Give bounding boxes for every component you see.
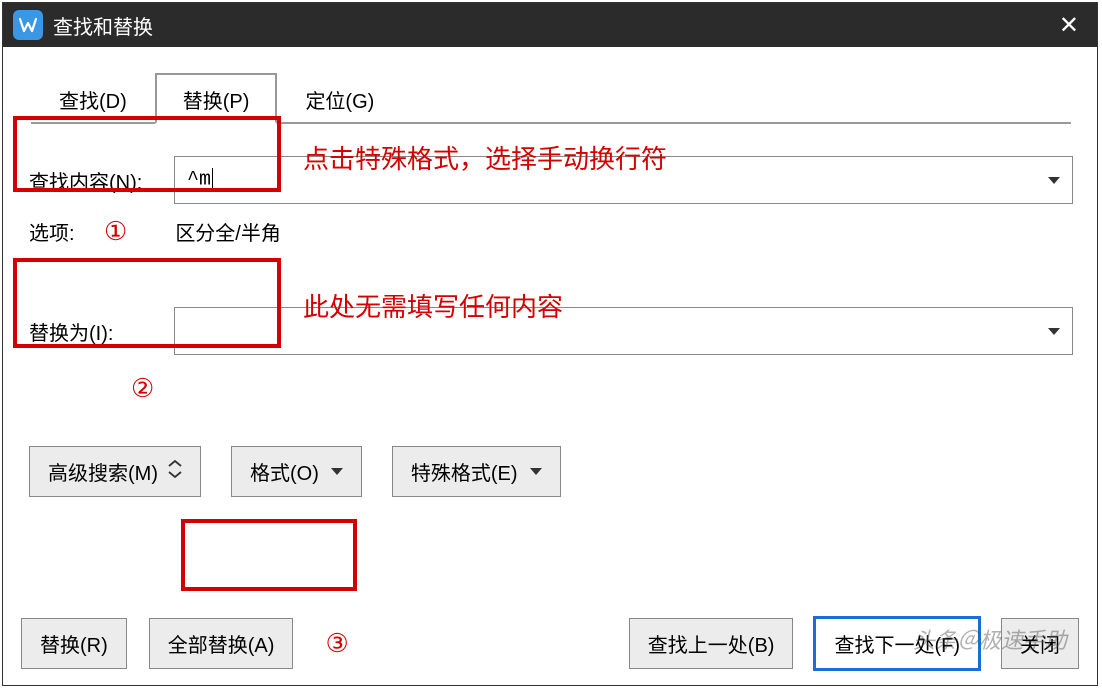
tabs: 查找(D) 替换(P) 定位(G) <box>31 71 1071 124</box>
annotation-text-1: 点击特殊格式，选择手动换行符 <box>303 139 667 176</box>
close-icon[interactable]: ✕ <box>1051 11 1087 40</box>
format-button[interactable]: 格式(O) <box>231 446 362 497</box>
find-prev-label: 查找上一处(B) <box>648 629 775 658</box>
annotation-text-2: 此处无需填写任何内容 <box>303 287 563 324</box>
tab-find[interactable]: 查找(D) <box>31 73 155 124</box>
tab-replace-label: 替换(P) <box>183 91 250 113</box>
titlebar: 查找和替换 ✕ <box>3 3 1097 47</box>
replace-label: 替换为(I): <box>29 317 174 346</box>
replace-all-button[interactable]: 全部替换(A) <box>149 618 294 669</box>
advanced-search-button[interactable]: 高级搜索(M) <box>29 446 201 497</box>
dialog-content: 查找(D) 替换(P) 定位(G) 查找内容(N): ^m 选项: ① 区分全/… <box>3 47 1097 497</box>
app-icon <box>13 10 43 40</box>
options-label: 选项: <box>29 217 94 246</box>
tab-goto-label: 定位(G) <box>305 91 374 113</box>
tab-goto[interactable]: 定位(G) <box>277 73 402 124</box>
chevron-down-icon <box>331 468 343 475</box>
replace-btn-label: 替换(R) <box>40 629 108 658</box>
options-value: 区分全/半角 <box>175 217 281 246</box>
chevron-down-icon[interactable] <box>1048 328 1060 335</box>
find-label: 查找内容(N): <box>29 166 174 195</box>
chevron-down-icon <box>530 468 542 475</box>
annotation-box-3 <box>181 519 357 591</box>
special-label: 特殊格式(E) <box>411 457 518 486</box>
annotation-circle-3: ③ <box>325 628 348 659</box>
find-prev-button[interactable]: 查找上一处(B) <box>629 618 794 669</box>
special-format-button[interactable]: 特殊格式(E) <box>392 446 561 497</box>
tab-find-label: 查找(D) <box>59 91 127 113</box>
replace-all-label: 全部替换(A) <box>168 629 275 658</box>
replace-button[interactable]: 替换(R) <box>21 618 127 669</box>
watermark: 头条＠极速手助 <box>913 623 1067 655</box>
dialog-window: 查找和替换 ✕ 查找(D) 替换(P) 定位(G) 查找内容(N): ^m <box>2 2 1098 686</box>
double-caret-icon <box>168 460 182 484</box>
format-label: 格式(O) <box>250 457 319 486</box>
tab-replace[interactable]: 替换(P) <box>155 73 278 124</box>
window-title: 查找和替换 <box>53 11 153 40</box>
chevron-down-icon[interactable] <box>1048 177 1060 184</box>
annotation-circle-2: ② <box>131 373 154 403</box>
advanced-search-label: 高级搜索(M) <box>48 457 158 486</box>
annotation-circle-1: ① <box>104 216 127 247</box>
